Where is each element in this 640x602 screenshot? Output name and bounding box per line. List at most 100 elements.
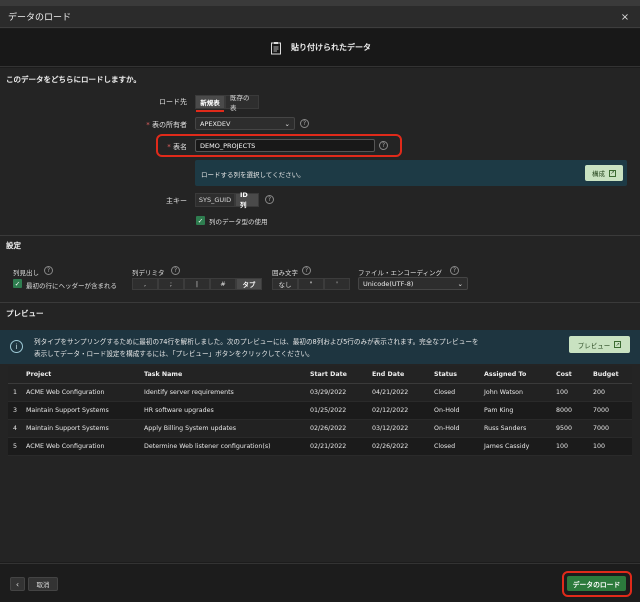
- help-icon[interactable]: ?: [300, 119, 309, 128]
- preview-button[interactable]: プレビュー ↗: [569, 336, 630, 353]
- delimiter-hash[interactable]: #: [210, 278, 236, 290]
- enclosure-single-quote[interactable]: ': [324, 278, 350, 290]
- help-icon[interactable]: ?: [450, 266, 459, 275]
- load-to-existing-table[interactable]: 既存の表: [225, 94, 259, 112]
- column-header: [8, 366, 22, 384]
- load-to-label: ロード先: [159, 98, 187, 106]
- encoding-value: Unicode(UTF-8): [363, 279, 414, 288]
- dialog-footer: ‹ 取消 データのロード: [0, 563, 640, 602]
- table-cell: 100: [552, 383, 589, 402]
- back-button[interactable]: ‹: [10, 577, 25, 591]
- settings-title: 設定: [6, 241, 21, 250]
- table-cell: 4: [8, 419, 22, 438]
- table-cell: 03/29/2022: [306, 383, 368, 402]
- owner-select[interactable]: APEXDEV ⌄: [195, 117, 295, 130]
- load-question: このデータをどちらにロードしますか。: [6, 75, 141, 84]
- table-cell: Identify server requirements: [140, 383, 306, 402]
- encoding-select[interactable]: Unicode(UTF-8) ⌄: [358, 277, 468, 290]
- wizard-step-header: 貼り付けられたデータ: [0, 29, 640, 67]
- column-header: End Date: [368, 366, 430, 384]
- table-name-input[interactable]: DEMO_PROJECTS: [195, 139, 375, 152]
- delimiter-pipe[interactable]: |: [184, 278, 210, 290]
- external-link-icon: ↗: [609, 169, 616, 177]
- use-datatypes-label: 列のデータ型の使用: [209, 218, 268, 226]
- column-header: Task Name: [140, 366, 306, 384]
- chevron-down-icon: ⌄: [457, 279, 463, 288]
- header-row-checkbox[interactable]: ✓: [13, 279, 22, 288]
- table-cell: Russ Sanders: [480, 419, 552, 438]
- dialog-titlebar: データのロード ×: [0, 6, 640, 28]
- delimiter-segmented: , ; | # タブ: [132, 278, 262, 290]
- encoding-label: ファイル・エンコーディング: [358, 269, 443, 277]
- table-cell: James Cassidy: [480, 437, 552, 456]
- column-header: Project: [22, 366, 140, 384]
- preview-table: Project Task Name Start Date End Date St…: [8, 366, 632, 456]
- load-data-button[interactable]: データのロード: [567, 576, 626, 591]
- column-header: Cost: [552, 366, 589, 384]
- table-cell: HR software upgrades: [140, 401, 306, 420]
- table-row: 5 ACME Web Configuration Determine Web l…: [8, 437, 632, 456]
- table-cell: 02/26/2022: [368, 437, 430, 456]
- table-cell: On-Hold: [430, 401, 480, 420]
- table-cell: 02/12/2022: [368, 401, 430, 420]
- table-cell: 1: [8, 383, 22, 402]
- table-cell: 02/21/2022: [306, 437, 368, 456]
- table-cell: 03/12/2022: [368, 419, 430, 438]
- table-cell: 01/25/2022: [306, 401, 368, 420]
- preview-button-label: プレビュー: [577, 341, 611, 350]
- table-cell: 200: [589, 383, 632, 402]
- table-cell: ACME Web Configuration: [22, 383, 140, 402]
- table-cell: Determine Web listener configuration(s): [140, 437, 306, 456]
- dialog-body: このデータをどちらにロードしますか。 ロード先 新規表 既存の表 * 表の所有者…: [0, 68, 640, 562]
- delimiter-semicolon[interactable]: ;: [158, 278, 184, 290]
- owner-label: * 表の所有者: [146, 121, 187, 129]
- table-cell: 7000: [589, 401, 632, 420]
- delimiter-comma[interactable]: ,: [132, 278, 158, 290]
- columns-info-text: ロードする列を選択してください。: [201, 171, 305, 179]
- table-cell: Closed: [430, 437, 480, 456]
- use-datatypes-checkbox[interactable]: ✓: [196, 216, 205, 225]
- chevron-down-icon: ⌄: [284, 119, 290, 128]
- preview-notice: i 列タイプをサンプリングするために最初の74行を解析しました。次のプレビューに…: [0, 330, 640, 364]
- load-to-new-table[interactable]: 新規表: [195, 95, 225, 109]
- delimiter-label: 列デリミタ: [132, 269, 165, 277]
- enclosure-double-quote[interactable]: ": [298, 278, 324, 290]
- column-header: Assigned To: [480, 366, 552, 384]
- table-cell: 02/26/2022: [306, 419, 368, 438]
- owner-value: APEXDEV: [200, 119, 231, 128]
- table-cell: 8000: [552, 401, 589, 420]
- table-name-label: * 表名: [167, 143, 187, 151]
- delimiter-tab[interactable]: タブ: [236, 278, 262, 290]
- table-cell: 100: [589, 437, 632, 456]
- info-icon: i: [10, 340, 23, 353]
- cancel-button[interactable]: 取消: [28, 577, 58, 591]
- external-link-icon: ↗: [614, 341, 622, 348]
- table-cell: 100: [552, 437, 589, 456]
- table-row: 1 ACME Web Configuration Identify server…: [8, 383, 632, 402]
- primary-key-label: 主キー: [166, 197, 187, 205]
- help-icon[interactable]: ?: [302, 266, 311, 275]
- help-icon[interactable]: ?: [171, 266, 180, 275]
- table-cell: 9500: [552, 419, 589, 438]
- table-row: 3 Maintain Support Systems HR software u…: [8, 401, 632, 420]
- primary-key-sys-guid[interactable]: SYS_GUID: [195, 193, 235, 207]
- column-header: Budget: [589, 366, 632, 384]
- close-icon[interactable]: ×: [618, 10, 632, 24]
- enclosure-none[interactable]: なし: [272, 278, 298, 290]
- table-cell: Maintain Support Systems: [22, 401, 140, 420]
- table-cell: 3: [8, 401, 22, 420]
- wizard-step-label: 貼り付けられたデータ: [291, 43, 371, 52]
- table-cell: 04/21/2022: [368, 383, 430, 402]
- columns-info-bar: ロードする列を選択してください。 構成 ↗: [195, 160, 627, 186]
- clipboard-icon: [271, 41, 281, 54]
- load-button-highlight: データのロード: [562, 571, 632, 597]
- table-cell: Pam King: [480, 401, 552, 420]
- help-icon[interactable]: ?: [265, 195, 274, 204]
- column-header: Start Date: [306, 366, 368, 384]
- help-icon[interactable]: ?: [379, 141, 388, 150]
- help-icon[interactable]: ?: [44, 266, 53, 275]
- preview-divider: [0, 302, 640, 303]
- primary-key-id-column[interactable]: ID列: [235, 191, 259, 209]
- configure-button[interactable]: 構成 ↗: [585, 165, 623, 181]
- dialog-title: データのロード: [8, 13, 72, 23]
